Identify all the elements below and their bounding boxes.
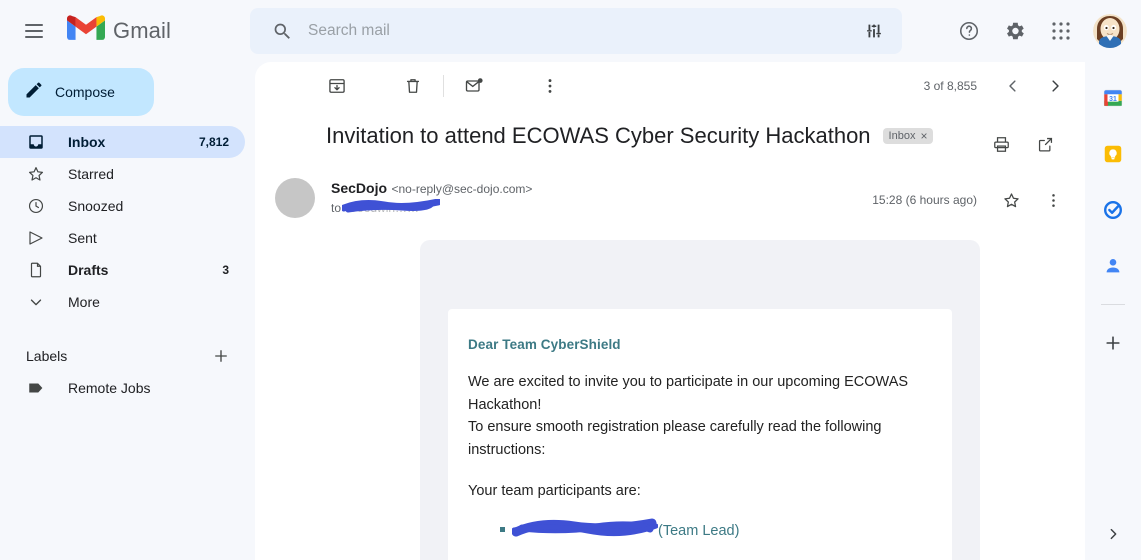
participants-list: (Team Lead) [468, 518, 932, 543]
google-calendar-icon[interactable]: 31 [1093, 78, 1133, 118]
newer-button[interactable] [1035, 66, 1075, 106]
label-chip-inbox[interactable]: Inbox × [882, 128, 934, 144]
google-tasks-icon[interactable] [1093, 190, 1133, 230]
more-options-button[interactable] [530, 66, 570, 106]
redaction-mark [342, 199, 440, 213]
expand-side-panel-button[interactable] [1093, 514, 1133, 554]
pencil-icon [24, 80, 44, 105]
tune-options-icon[interactable] [854, 11, 894, 51]
account-avatar-button[interactable] [1087, 8, 1133, 54]
sidebar-item-label: Snoozed [68, 198, 124, 214]
email-paragraph-1: We are excited to invite you to particip… [468, 374, 909, 413]
gmail-wordmark: Gmail [113, 18, 171, 43]
sidebar-item-drafts[interactable]: Drafts 3 [0, 254, 245, 286]
gmail-logo-icon [67, 14, 105, 48]
sidebar-item-starred[interactable]: Starred [0, 158, 245, 190]
rail-divider [1101, 304, 1125, 305]
sidebar-item-label: Inbox [68, 134, 106, 150]
plus-icon[interactable] [211, 346, 231, 366]
recipient-line[interactable]: to Goodwin…… [331, 199, 440, 215]
open-in-new-window-icon[interactable] [1025, 124, 1065, 164]
svg-text:31: 31 [1109, 96, 1117, 103]
search-icon[interactable] [262, 11, 302, 51]
google-contacts-icon[interactable] [1093, 246, 1133, 286]
sidebar-item-count: 3 [222, 263, 229, 277]
page-title: Invitation to attend ECOWAS Cyber Securi… [326, 123, 871, 148]
sender-avatar [275, 178, 315, 218]
sidebar-item-snoozed[interactable]: Snoozed [0, 190, 245, 222]
email-paragraph-3: Your team participants are: [468, 483, 641, 499]
print-icon[interactable] [981, 124, 1021, 164]
sidebar-item-inbox[interactable]: Inbox 7,812 [0, 126, 245, 158]
search-input[interactable] [302, 22, 854, 40]
sidebar-item-label: Sent [68, 230, 97, 246]
sidebar-item-more[interactable]: More [0, 286, 245, 318]
draft-icon [26, 260, 46, 280]
sidebar-nav: Inbox 7,812 Starred Snoozed Sent Drafts … [0, 126, 255, 318]
sender-meta: SecDojo <no-reply@sec-dojo.com> to Goodw… [331, 178, 872, 217]
subject-row: Invitation to attend ECOWAS Cyber Securi… [255, 110, 1085, 164]
mail-toolbar: 3 of 8,855 [255, 62, 1085, 110]
side-panel: 31 [1085, 62, 1141, 560]
compose-button[interactable]: Compose [8, 68, 154, 116]
subject-actions [981, 124, 1065, 164]
search-bar[interactable] [250, 8, 902, 54]
list-item: (Team Lead) [500, 518, 932, 543]
hamburger-icon[interactable] [10, 7, 58, 55]
sidebar-item-label: Starred [68, 166, 114, 182]
sidebar-item-label: Drafts [68, 262, 109, 278]
message-more-options-icon[interactable] [1033, 180, 1073, 220]
redaction-mark [511, 518, 659, 536]
close-icon[interactable]: × [920, 130, 927, 142]
top-bar: Gmail [0, 0, 1141, 62]
sidebar-item-label: More [68, 294, 100, 310]
google-keep-icon[interactable] [1093, 134, 1133, 174]
sidebar: Compose Inbox 7,812 Starred Snoozed Sent… [0, 62, 255, 560]
label-tag-icon [26, 378, 46, 398]
recipient-prefix: to [331, 201, 342, 215]
sidebar-item-count: 7,812 [198, 135, 229, 149]
gmail-brand[interactable]: Gmail [67, 14, 171, 48]
mark-unread-button[interactable] [454, 66, 494, 106]
settings-icon[interactable] [993, 9, 1037, 53]
labels-title: Labels [26, 348, 68, 364]
archive-button[interactable] [317, 66, 357, 106]
chevron-down-icon [26, 292, 46, 312]
send-icon [26, 228, 46, 248]
user-avatar [1093, 14, 1127, 48]
older-button[interactable] [993, 66, 1033, 106]
star-icon[interactable] [991, 180, 1031, 220]
sender-email: <no-reply@sec-dojo.com> [391, 182, 533, 196]
header-actions [947, 0, 1133, 62]
compose-label: Compose [55, 84, 115, 100]
inbox-icon [26, 132, 46, 152]
sender-name: SecDojo [331, 180, 388, 196]
sidebar-item-label: Remote Jobs [68, 380, 151, 396]
email-body-outer-card: Dear Team CyberShield We are excited to … [420, 240, 980, 560]
message-actions: 15:28 (6 hours ago) [872, 178, 1073, 220]
star-icon [26, 164, 46, 184]
email-greeting: Dear Team CyberShield [468, 337, 621, 352]
sidebar-item-sent[interactable]: Sent [0, 222, 245, 254]
pagination-text: 3 of 8,855 [923, 79, 977, 93]
mail-content-pane: 3 of 8,855 Invitation to attend ECOWAS C… [255, 62, 1085, 560]
sender-line: SecDojo <no-reply@sec-dojo.com> [331, 180, 872, 198]
sidebar-item-remote-jobs[interactable]: Remote Jobs [0, 372, 245, 404]
add-on-plus-icon[interactable] [1093, 323, 1133, 363]
clock-icon [26, 196, 46, 216]
labels-section-header: Labels [0, 340, 255, 372]
participant-role: (Team Lead) [658, 522, 740, 539]
sender-row: SecDojo <no-reply@sec-dojo.com> to Goodw… [255, 164, 1085, 220]
toolbar-divider [443, 75, 444, 97]
label-chip-text: Inbox [888, 130, 916, 142]
google-apps-icon[interactable] [1039, 9, 1083, 53]
email-paragraph-2: To ensure smooth registration please car… [468, 419, 882, 458]
support-icon[interactable] [947, 9, 991, 53]
delete-button[interactable] [393, 66, 433, 106]
email-body-card: Dear Team CyberShield We are excited to … [448, 309, 952, 560]
message-timestamp: 15:28 (6 hours ago) [872, 193, 977, 207]
pagination: 3 of 8,855 [924, 66, 1075, 106]
